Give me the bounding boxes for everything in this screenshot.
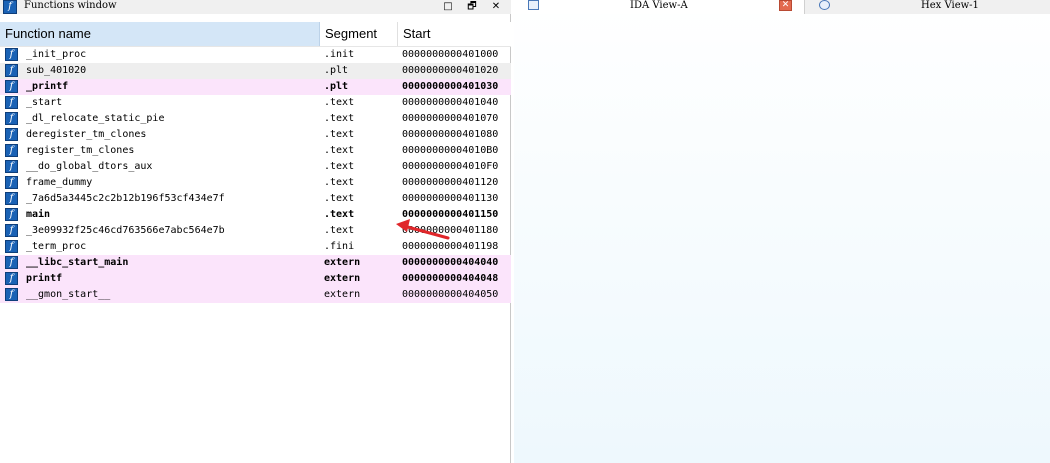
function-row[interactable]: f deregister_tm_clones .text 00000000004010… <box>0 127 511 143</box>
function-segment: .text <box>324 145 355 156</box>
function-row[interactable]: f sub_401020 .plt 0000000000401020 <box>0 63 511 79</box>
function-segment: .text <box>324 161 355 172</box>
minimize-button[interactable]: □ <box>441 0 455 13</box>
function-name: __gmon_start__ <box>26 289 111 300</box>
close-tab-button[interactable]: ✕ <box>779 0 792 11</box>
column-header-function-name[interactable]: Function name <box>0 22 320 46</box>
function-start: 0000000000404040 <box>402 257 499 268</box>
function-icon: f <box>5 112 18 125</box>
function-name: deregister_tm_clones <box>26 129 147 140</box>
functions-window-titlebar[interactable]: f Functions window □ 🗗 ✕ <box>0 0 511 14</box>
function-icon: f <box>5 64 18 77</box>
hex-view-icon <box>819 0 830 10</box>
function-segment: .text <box>324 129 355 140</box>
function-segment: .text <box>324 113 355 124</box>
function-row[interactable]: f _7a6d5a3445c2c2b12b196f53cf434e7f .text 0… <box>0 191 511 207</box>
function-icon: f <box>5 240 18 253</box>
function-name: printf <box>26 273 63 284</box>
function-row[interactable]: f _dl_relocate_static_pie .text 00000000004… <box>0 111 511 127</box>
function-start: 0000000000401070 <box>402 113 499 124</box>
function-row[interactable]: f __do_global_dtors_aux .text 0000000000401… <box>0 159 511 175</box>
close-button[interactable]: ✕ <box>489 0 503 13</box>
function-name: _printf <box>26 81 69 92</box>
function-start: 0000000000401000 <box>402 49 499 60</box>
column-header-segment[interactable]: Segment <box>320 22 398 46</box>
function-segment: .text <box>324 177 355 188</box>
function-segment: .text <box>324 225 355 236</box>
function-segment: .text <box>324 193 355 204</box>
function-row[interactable]: f __libc_start_main extern 0000000000404040 <box>0 255 511 271</box>
function-row[interactable]: f frame_dummy .text 0000000000401120 <box>0 175 511 191</box>
function-name: _term_proc <box>26 241 87 252</box>
function-icon: f <box>5 96 18 109</box>
function-icon: f <box>5 224 18 237</box>
function-segment: .plt <box>324 81 349 92</box>
function-segment: .init <box>324 49 355 60</box>
function-name: sub_401020 <box>26 65 87 76</box>
function-icon: f <box>5 256 18 269</box>
functions-list: f _init_proc .init 0000000000401000 f sub_401… <box>0 47 511 303</box>
function-name: _init_proc <box>26 49 87 60</box>
view-pane: IDA View-A ✕ Hex View-1 <box>514 0 1050 463</box>
tab-ida-view-a[interactable]: IDA View-A ✕ <box>514 0 805 14</box>
restore-button[interactable]: 🗗 <box>465 0 479 13</box>
function-icon: f <box>3 0 17 14</box>
function-start: 00000000004010B0 <box>402 145 499 156</box>
function-icon: f <box>5 208 18 221</box>
functions-window-title: Functions window <box>24 0 117 11</box>
function-icon: f <box>5 128 18 141</box>
function-row[interactable]: f register_tm_clones .text 00000000004010B0 <box>0 143 511 159</box>
function-name: register_tm_clones <box>26 145 135 156</box>
function-segment: extern <box>324 273 361 284</box>
function-start: 0000000000401020 <box>402 65 499 76</box>
function-name: __libc_start_main <box>26 257 129 268</box>
tab-label: IDA View-A <box>630 0 688 11</box>
function-name: __do_global_dtors_aux <box>26 161 153 172</box>
function-name: _3e09932f25c46cd763566e7abc564e7b <box>26 225 225 236</box>
function-segment: extern <box>324 289 361 300</box>
function-name: _start <box>26 97 63 108</box>
function-icon: f <box>5 144 18 157</box>
functions-table-header: Function name Segment Start <box>0 22 511 47</box>
function-start: 0000000000401120 <box>402 177 499 188</box>
tab-hex-view-1[interactable]: Hex View-1 <box>805 0 1050 14</box>
column-header-start[interactable]: Start <box>398 22 511 46</box>
function-segment: .text <box>324 97 355 108</box>
function-icon: f <box>5 176 18 189</box>
tab-bar: IDA View-A ✕ Hex View-1 <box>514 0 1050 14</box>
function-start: 0000000000404050 <box>402 289 499 300</box>
function-name: frame_dummy <box>26 177 93 188</box>
function-icon: f <box>5 160 18 173</box>
tab-label: Hex View-1 <box>921 0 979 11</box>
function-icon: f <box>5 192 18 205</box>
function-row[interactable]: f _init_proc .init 0000000000401000 <box>0 47 511 63</box>
function-icon: f <box>5 272 18 285</box>
function-segment: .plt <box>324 65 349 76</box>
annotation-arrow <box>396 219 450 240</box>
function-icon: f <box>5 288 18 301</box>
functions-window: f Functions window □ 🗗 ✕ Function name S… <box>0 0 511 463</box>
function-start: 0000000000401030 <box>402 81 499 92</box>
function-row[interactable]: f _printf .plt 0000000000401030 <box>0 79 511 95</box>
function-name: _dl_relocate_static_pie <box>26 113 165 124</box>
function-start: 0000000000401080 <box>402 129 499 140</box>
function-segment: .fini <box>324 241 355 252</box>
function-start: 00000000004010F0 <box>402 161 499 172</box>
function-segment: .text <box>324 209 355 220</box>
function-row[interactable]: f __gmon_start__ extern 0000000000404050 <box>0 287 511 303</box>
function-name: main <box>26 209 51 220</box>
function-row[interactable]: f printf extern 0000000000404048 <box>0 271 511 287</box>
function-row[interactable]: f _start .text 0000000000401040 <box>0 95 511 111</box>
disassembly-icon <box>528 0 539 10</box>
function-name: _7a6d5a3445c2c2b12b196f53cf434e7f <box>26 193 225 204</box>
function-segment: extern <box>324 257 361 268</box>
function-start: 0000000000401130 <box>402 193 499 204</box>
function-start: 0000000000404048 <box>402 273 499 284</box>
function-start: 0000000000401040 <box>402 97 499 108</box>
function-icon: f <box>5 80 18 93</box>
function-icon: f <box>5 48 18 61</box>
